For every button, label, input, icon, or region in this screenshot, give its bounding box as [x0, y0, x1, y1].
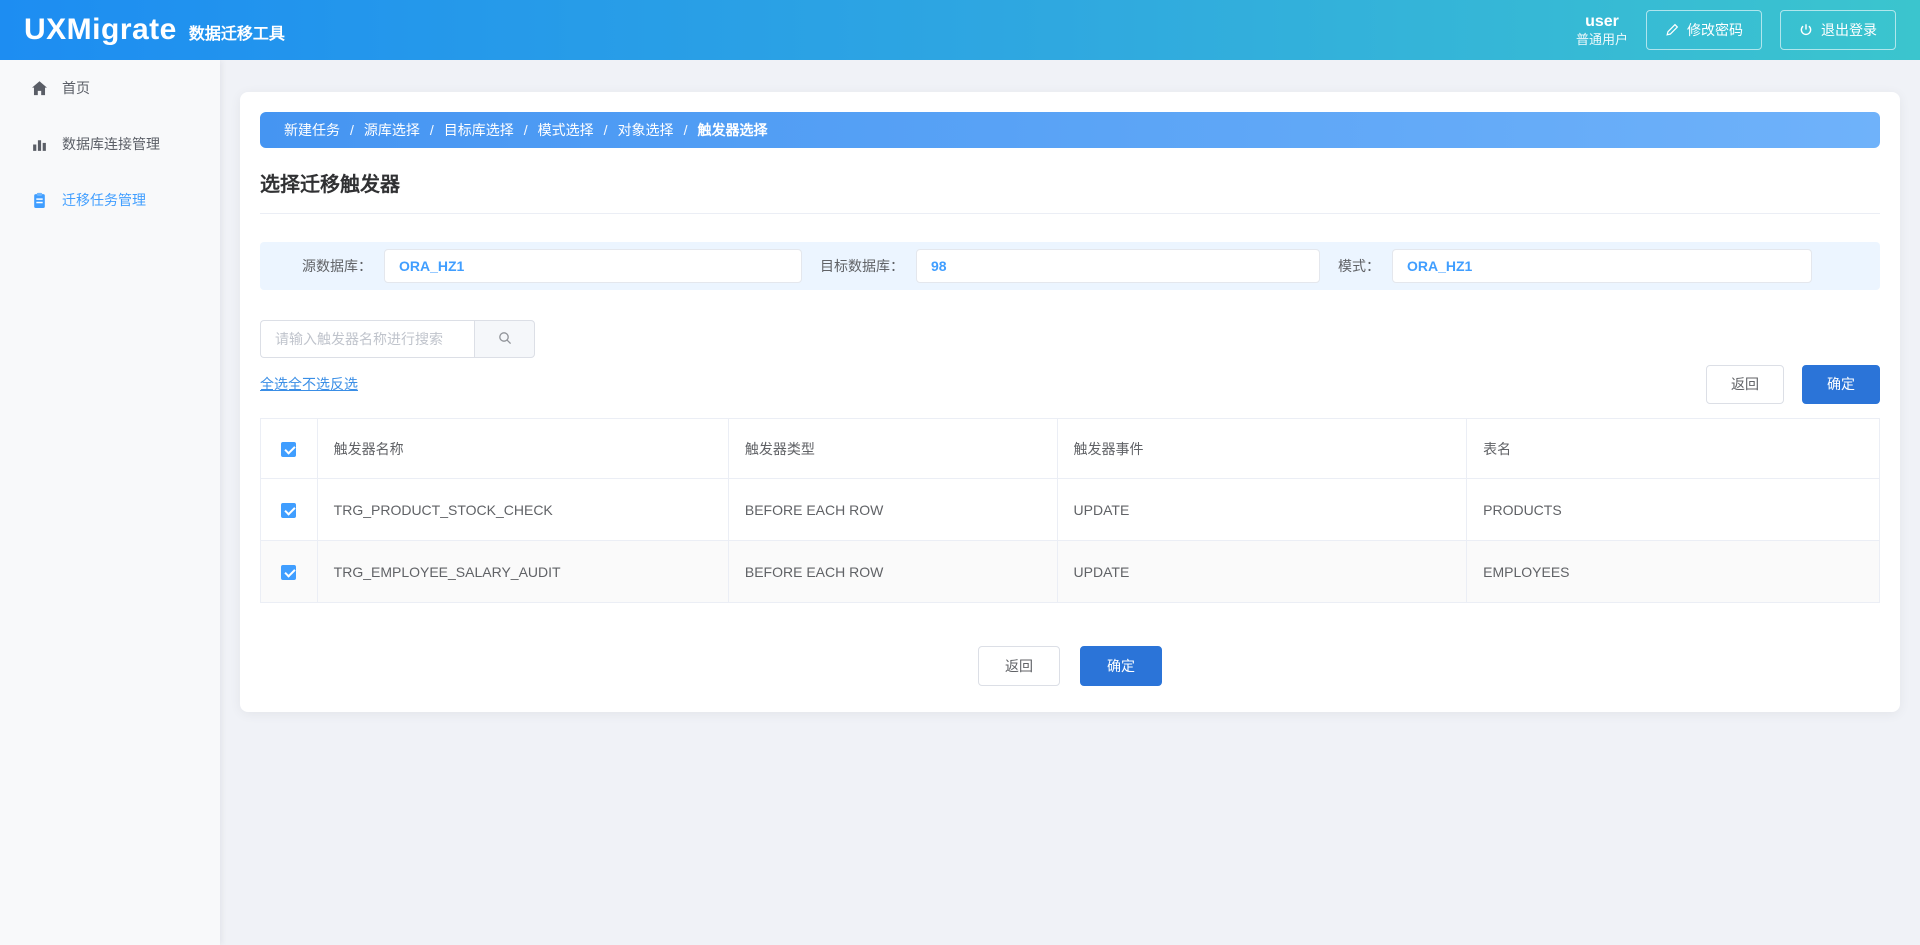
target-db-field[interactable]: [916, 249, 1320, 283]
footer-actions: 返回 确定: [260, 646, 1880, 686]
breadcrumb-step-source-db[interactable]: 源库选择: [364, 120, 420, 140]
content-card: 新建任务 / 源库选择 / 目标库选择 / 模式选择 / 对象选择 / 触发器选…: [240, 92, 1900, 712]
select-none-link[interactable]: 全不选: [288, 376, 330, 392]
clipboard-icon: [30, 191, 48, 209]
search-input[interactable]: [260, 320, 474, 358]
pencil-icon: [1665, 23, 1679, 37]
cell-table-name: EMPLOYEES: [1467, 541, 1880, 603]
select-all-link[interactable]: 全选: [260, 376, 288, 392]
target-db-label: 目标数据库：: [820, 256, 904, 276]
app-logo-subtitle: 数据迁移工具: [189, 20, 285, 44]
breadcrumb-step-schema[interactable]: 模式选择: [538, 120, 594, 140]
sidebar-item-label: 首页: [62, 78, 90, 98]
cell-trigger-type: BEFORE EACH ROW: [728, 479, 1057, 541]
cell-trigger-name: TRG_PRODUCT_STOCK_CHECK: [317, 479, 728, 541]
sidebar-item-home[interactable]: 首页: [0, 68, 220, 108]
table-header-row: 触发器名称 触发器类型 触发器事件 表名: [261, 419, 1880, 479]
app-logo-text: UXMigrate: [24, 13, 177, 47]
home-icon: [30, 79, 48, 97]
cell-trigger-name: TRG_EMPLOYEE_SALARY_AUDIT: [317, 541, 728, 603]
column-header-trigger-name: 触发器名称: [317, 419, 728, 479]
search-icon: [497, 330, 513, 349]
column-header-trigger-type: 触发器类型: [728, 419, 1057, 479]
bar-chart-icon: [30, 135, 48, 153]
breadcrumb-separator: /: [350, 122, 354, 138]
logout-button[interactable]: 退出登录: [1780, 10, 1896, 50]
selection-links: 全选全不选反选: [260, 374, 358, 394]
breadcrumb-step-target-db[interactable]: 目标库选择: [444, 120, 514, 140]
breadcrumb-step-new-task[interactable]: 新建任务: [284, 120, 340, 140]
back-button-top[interactable]: 返回: [1706, 365, 1784, 404]
breadcrumb-separator: /: [430, 122, 434, 138]
power-icon: [1799, 23, 1813, 37]
target-db-group: 目标数据库：: [820, 249, 1320, 283]
breadcrumb: 新建任务 / 源库选择 / 目标库选择 / 模式选择 / 对象选择 / 触发器选…: [260, 112, 1880, 148]
cell-trigger-event: UPDATE: [1057, 541, 1467, 603]
schema-group: 模式：: [1338, 249, 1838, 283]
column-header-table-name: 表名: [1467, 419, 1880, 479]
column-header-trigger-event: 触发器事件: [1057, 419, 1467, 479]
select-all-checkbox[interactable]: [281, 442, 296, 457]
migration-summary-bar: 源数据库： 目标数据库： 模式：: [260, 242, 1880, 290]
cell-trigger-event: UPDATE: [1057, 479, 1467, 541]
main-content: 新建任务 / 源库选择 / 目标库选择 / 模式选择 / 对象选择 / 触发器选…: [220, 60, 1920, 945]
sidebar-item-label: 数据库连接管理: [62, 134, 160, 154]
row-checkbox[interactable]: [281, 565, 296, 580]
user-role: 普通用户: [1576, 32, 1628, 48]
sidebar-item-label: 迁移任务管理: [62, 190, 146, 210]
sidebar-item-migration-tasks[interactable]: 迁移任务管理: [0, 180, 220, 220]
breadcrumb-step-triggers-current: 触发器选择: [697, 120, 767, 140]
confirm-button-bottom[interactable]: 确定: [1080, 646, 1162, 686]
source-db-label: 源数据库：: [302, 256, 372, 276]
change-password-label: 修改密码: [1687, 20, 1743, 40]
page-title: 选择迁移触发器: [260, 168, 1880, 197]
source-db-field[interactable]: [384, 249, 802, 283]
cell-table-name: PRODUCTS: [1467, 479, 1880, 541]
breadcrumb-separator: /: [684, 122, 688, 138]
row-checkbox[interactable]: [281, 503, 296, 518]
selection-actions-row: 全选全不选反选 返回 确定: [260, 364, 1880, 404]
schema-field[interactable]: [1392, 249, 1812, 283]
triggers-table: 触发器名称 触发器类型 触发器事件 表名 TRG_PRODUCT_STOCK_C…: [260, 418, 1880, 603]
logout-label: 退出登录: [1821, 20, 1877, 40]
table-row: TRG_EMPLOYEE_SALARY_AUDIT BEFORE EACH RO…: [261, 541, 1880, 603]
breadcrumb-step-objects[interactable]: 对象选择: [618, 120, 674, 140]
change-password-button[interactable]: 修改密码: [1646, 10, 1762, 50]
breadcrumb-separator: /: [604, 122, 608, 138]
user-name: user: [1576, 12, 1628, 32]
sidebar: 首页 数据库连接管理 迁移任务管理: [0, 60, 220, 945]
source-db-group: 源数据库：: [302, 249, 802, 283]
cell-trigger-type: BEFORE EACH ROW: [728, 541, 1057, 603]
breadcrumb-separator: /: [524, 122, 528, 138]
search-button[interactable]: [474, 320, 535, 358]
app-header: UXMigrate 数据迁移工具 user 普通用户 修改密码 退出登录: [0, 0, 1920, 60]
table-row: TRG_PRODUCT_STOCK_CHECK BEFORE EACH ROW …: [261, 479, 1880, 541]
app-logo: UXMigrate 数据迁移工具: [24, 13, 285, 47]
search-bar: [260, 320, 535, 358]
schema-label: 模式：: [1338, 256, 1380, 276]
invert-selection-link[interactable]: 反选: [330, 376, 358, 392]
back-button-bottom[interactable]: 返回: [978, 646, 1060, 686]
title-divider: [260, 213, 1880, 214]
user-info: user 普通用户: [1576, 12, 1628, 48]
confirm-button-top[interactable]: 确定: [1802, 365, 1880, 404]
sidebar-item-db-connections[interactable]: 数据库连接管理: [0, 124, 220, 164]
